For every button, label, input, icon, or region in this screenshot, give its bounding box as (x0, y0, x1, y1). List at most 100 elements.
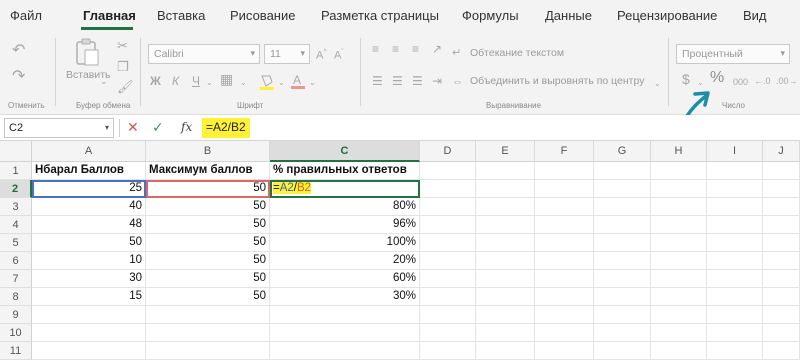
empty-cell[interactable] (476, 288, 535, 306)
empty-cell[interactable] (594, 162, 651, 180)
empty-cell[interactable] (535, 270, 594, 288)
empty-cell[interactable] (707, 306, 763, 324)
cell-b2[interactable]: 50 (146, 180, 270, 198)
cell-a5[interactable]: 50 (32, 234, 146, 252)
wrap-text-button[interactable]: Обтекание текстом (470, 47, 564, 59)
empty-cell[interactable] (535, 216, 594, 234)
chevron-down-icon[interactable]: ⌄ (100, 74, 108, 88)
tab-home[interactable]: Главная (83, 8, 136, 23)
empty-cell[interactable] (32, 306, 146, 324)
select-all-button[interactable] (0, 141, 32, 162)
empty-cell[interactable] (763, 306, 800, 324)
column-header-d[interactable]: D (420, 141, 476, 162)
empty-cell[interactable] (535, 180, 594, 198)
align-center-icon[interactable]: ☰ (392, 74, 403, 88)
empty-cell[interactable] (651, 234, 707, 252)
empty-cell[interactable] (707, 162, 763, 180)
empty-cell[interactable] (420, 306, 476, 324)
insert-function-icon[interactable]: fx (181, 120, 192, 134)
empty-cell[interactable] (651, 252, 707, 270)
empty-cell[interactable] (651, 306, 707, 324)
borders-icon[interactable]: ▦ (220, 72, 233, 86)
empty-cell[interactable] (535, 252, 594, 270)
empty-cell[interactable] (420, 216, 476, 234)
empty-cell[interactable] (270, 324, 420, 342)
empty-cell[interactable] (651, 180, 707, 198)
row-header[interactable]: 8 (0, 288, 32, 306)
name-box[interactable]: C2 ▾ (4, 118, 114, 138)
number-format-select[interactable]: Процентный ▾ (676, 44, 790, 64)
cell-b6[interactable]: 50 (146, 252, 270, 270)
empty-cell[interactable] (594, 234, 651, 252)
empty-cell[interactable] (420, 198, 476, 216)
empty-cell[interactable] (763, 234, 800, 252)
empty-cell[interactable] (651, 198, 707, 216)
currency-button[interactable]: $ (682, 72, 690, 86)
align-right-icon[interactable]: ☰ (412, 74, 423, 88)
empty-cell[interactable] (763, 270, 800, 288)
empty-cell[interactable] (651, 342, 707, 360)
empty-cell[interactable] (476, 342, 535, 360)
empty-cell[interactable] (707, 234, 763, 252)
empty-cell[interactable] (763, 342, 800, 360)
redo-icon[interactable]: ↷ (12, 69, 25, 85)
cell-b3[interactable]: 50 (146, 198, 270, 216)
empty-cell[interactable] (476, 324, 535, 342)
cell-b8[interactable]: 50 (146, 288, 270, 306)
font-size-select[interactable]: 11 ▾ (264, 44, 310, 64)
empty-cell[interactable] (420, 162, 476, 180)
row-header[interactable]: 3 (0, 198, 32, 216)
empty-cell[interactable] (594, 306, 651, 324)
formula-input[interactable]: =A2/B2 (202, 118, 250, 138)
wrap-text-icon[interactable]: ↵ (452, 46, 461, 60)
cell-a3[interactable]: 40 (32, 198, 146, 216)
cell-a4[interactable]: 48 (32, 216, 146, 234)
empty-cell[interactable] (420, 180, 476, 198)
cell-b7[interactable]: 50 (146, 270, 270, 288)
align-bottom-icon[interactable]: ≡ (412, 42, 419, 56)
cell-c3[interactable]: 80% (270, 198, 420, 216)
indent-icon[interactable]: ⇥ (432, 74, 442, 88)
cell-a7[interactable]: 30 (32, 270, 146, 288)
empty-cell[interactable] (420, 342, 476, 360)
empty-cell[interactable] (763, 216, 800, 234)
cell-c2-editing[interactable]: =A2/B2 (270, 180, 420, 198)
tab-review[interactable]: Рецензирование (617, 8, 717, 23)
empty-cell[interactable] (476, 216, 535, 234)
column-header-a[interactable]: A (32, 141, 146, 162)
increase-font-icon[interactable]: A^ (316, 46, 327, 63)
empty-cell[interactable] (651, 324, 707, 342)
thousands-separator-button[interactable]: 000 (733, 75, 748, 89)
chevron-down-icon[interactable]: ⌄ (654, 77, 661, 91)
empty-cell[interactable] (535, 162, 594, 180)
empty-cell[interactable] (146, 342, 270, 360)
empty-cell[interactable] (146, 306, 270, 324)
row-header[interactable]: 9 (0, 306, 32, 324)
cell-a8[interactable]: 15 (32, 288, 146, 306)
empty-cell[interactable] (594, 252, 651, 270)
empty-cell[interactable] (420, 270, 476, 288)
empty-cell[interactable] (535, 342, 594, 360)
underline-button[interactable]: Ч (192, 74, 200, 88)
empty-cell[interactable] (420, 234, 476, 252)
empty-cell[interactable] (594, 342, 651, 360)
tab-insert[interactable]: Вставка (157, 8, 205, 23)
empty-cell[interactable] (763, 198, 800, 216)
column-header-j[interactable]: J (763, 141, 800, 162)
cancel-icon[interactable]: ✕ (127, 120, 139, 134)
empty-cell[interactable] (763, 288, 800, 306)
empty-cell[interactable] (476, 270, 535, 288)
empty-cell[interactable] (535, 288, 594, 306)
paste-icon[interactable] (74, 38, 100, 68)
cell-a6[interactable]: 10 (32, 252, 146, 270)
empty-cell[interactable] (707, 288, 763, 306)
empty-cell[interactable] (32, 342, 146, 360)
empty-cell[interactable] (32, 324, 146, 342)
empty-cell[interactable] (270, 306, 420, 324)
increase-decimal-icon[interactable]: ←.0 (754, 74, 771, 88)
align-middle-icon[interactable]: ≡ (392, 42, 399, 56)
confirm-icon[interactable]: ✓ (152, 120, 164, 134)
tab-file[interactable]: Файл (10, 8, 42, 23)
cell-b5[interactable]: 50 (146, 234, 270, 252)
undo-icon[interactable]: ↶ (12, 43, 25, 59)
